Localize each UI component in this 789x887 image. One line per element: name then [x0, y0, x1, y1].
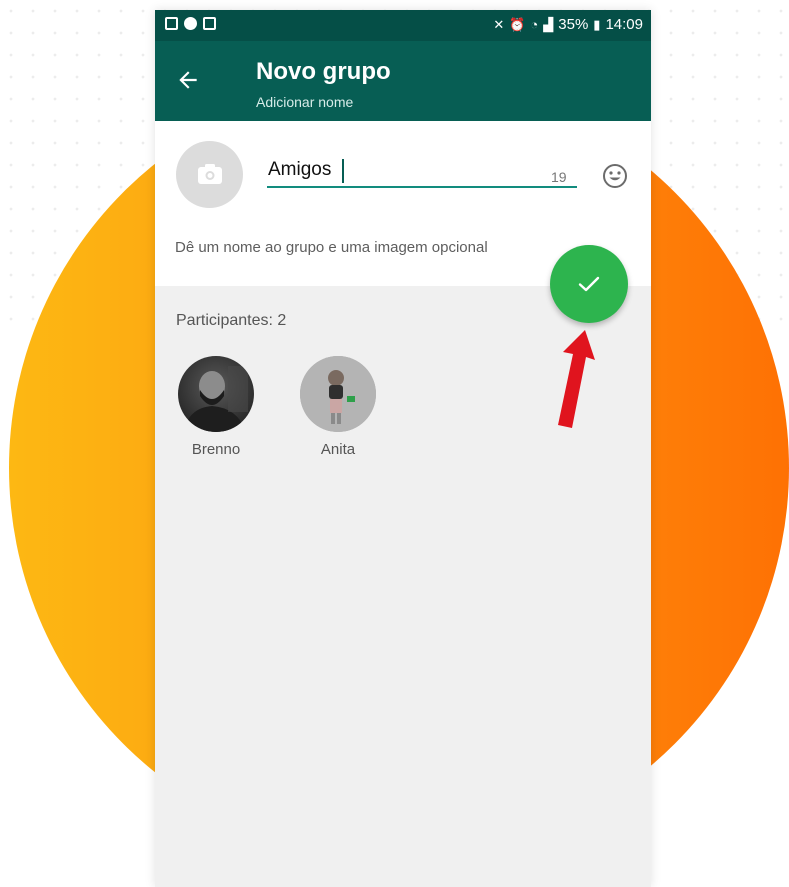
participant-name: Anita [320, 441, 356, 458]
gallery-icon [165, 17, 178, 30]
avatar [178, 356, 254, 432]
checkbox-icon [203, 17, 216, 30]
phone-screen: ✕ ⏰ ◔ ▟ 35% ▮ 14:09 Novo grupo Adicionar… [155, 10, 651, 887]
app-bar: Novo grupo Adicionar nome [155, 41, 651, 121]
status-left-icons [165, 17, 216, 30]
mute-icon: ✕ [493, 16, 505, 32]
text-cursor [342, 159, 344, 183]
clock: 14:09 [605, 16, 643, 33]
wifi-icon: ◔ [530, 17, 539, 32]
arrow-left-icon[interactable] [175, 67, 201, 93]
participant-name: Brenno [191, 441, 241, 458]
status-right: ✕ ⏰ ◔ ▟ 35% ▮ 14:09 [493, 16, 643, 33]
participant-anita[interactable]: Anita [293, 356, 383, 458]
annotation-arrow-icon [558, 330, 595, 428]
screenshot-stage: ✕ ⏰ ◔ ▟ 35% ▮ 14:09 Novo grupo Adicionar… [0, 0, 789, 887]
page-title: Novo grupo [256, 58, 391, 85]
avatar [300, 356, 376, 432]
smiley-icon[interactable] [602, 163, 628, 189]
participants-count: Participantes: 2 [176, 312, 287, 329]
check-icon [578, 276, 600, 292]
confirm-button[interactable] [550, 245, 628, 323]
battery-icon: ▮ [593, 16, 601, 32]
participant-brenno[interactable]: Brenno [171, 356, 261, 458]
signal-icon: ▟ [543, 16, 554, 32]
battery-level: 35% [558, 16, 589, 33]
page-subtitle: Adicionar nome [256, 94, 354, 110]
person-photo [184, 366, 248, 432]
alarm-icon: ⏰ [509, 16, 526, 32]
character-counter: 19 [551, 169, 567, 185]
person-photo [300, 356, 376, 432]
group-photo-button[interactable] [176, 141, 243, 208]
group-name-hint: Dê um nome ao grupo e uma imagem opciona… [175, 239, 488, 256]
spotify-icon [184, 17, 197, 30]
status-bar: ✕ ⏰ ◔ ▟ 35% ▮ 14:09 [155, 10, 651, 41]
group-name-input[interactable] [267, 158, 577, 188]
camera-icon [198, 164, 222, 184]
